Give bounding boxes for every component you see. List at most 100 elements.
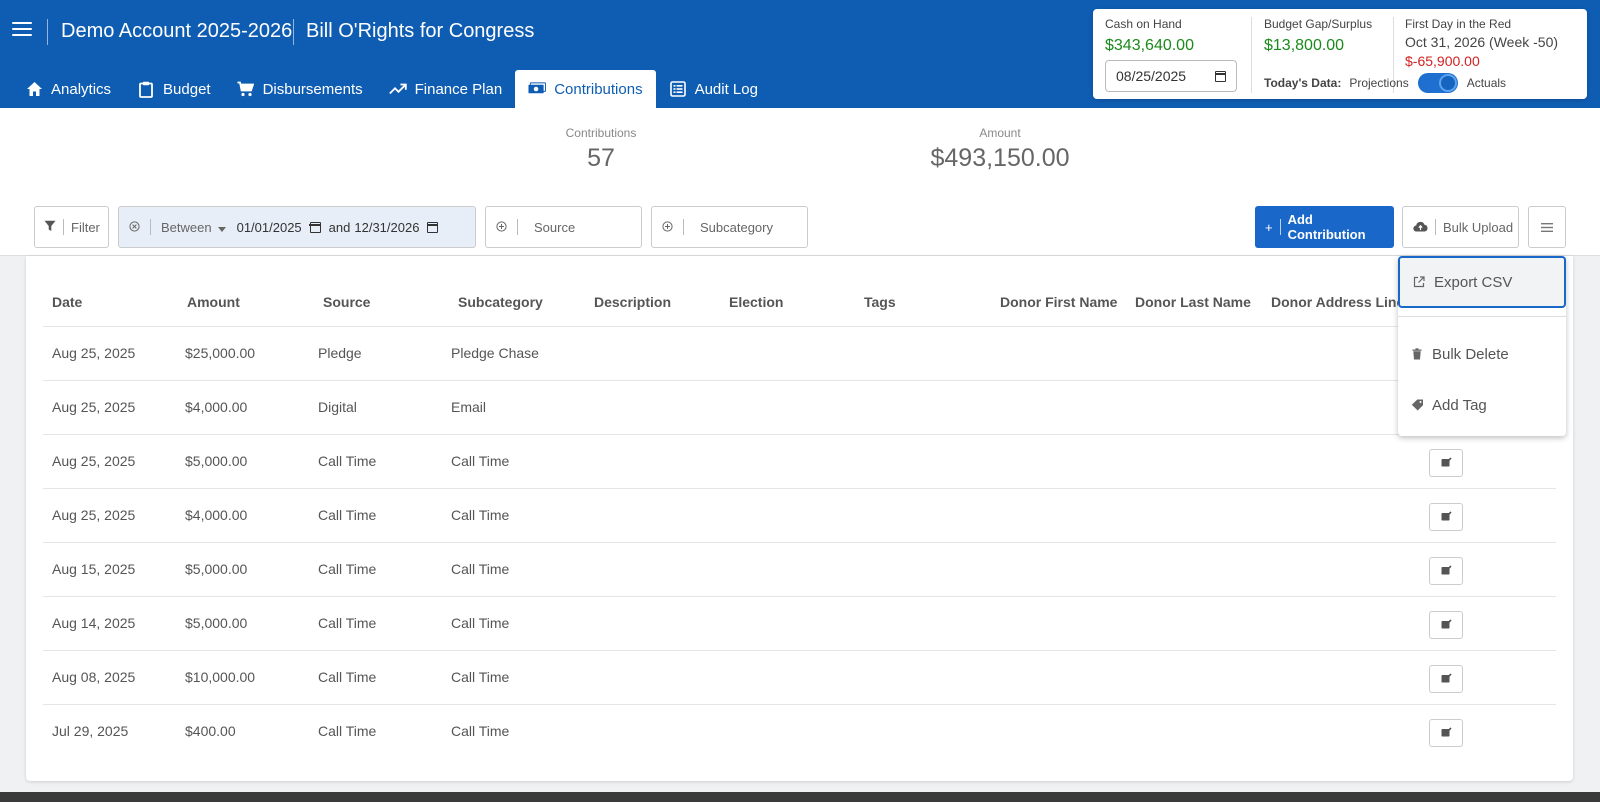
today-date-input[interactable]: 08/25/2025 [1105,60,1237,92]
calendar-icon[interactable] [1214,70,1226,82]
tab-label: Audit Log [694,80,758,98]
plus-icon: + [1265,219,1273,235]
trending-up-icon [388,80,407,98]
tab-label: Finance Plan [414,80,503,98]
contributions-table: Date Amount Source Subcategory Descripti… [26,256,1573,781]
and-label: and [328,219,351,235]
edit-row-button[interactable] [1429,557,1463,585]
bulk-delete-label: Bulk Delete [1432,345,1509,363]
cell-amount: $10,000.00 [185,669,256,685]
cell-source: Pledge [318,345,362,361]
tab-audit-log[interactable]: Audit Log [656,70,771,108]
add-filter-icon [496,220,507,235]
account-title[interactable]: Demo Account 2025-2026 [61,20,292,43]
tab-finance-plan[interactable]: Finance Plan [376,70,516,108]
cell-amount: $400.00 [185,723,236,739]
cell-subcategory: Call Time [451,507,510,523]
amount-stat: Amount $493,150.00 [900,126,1100,173]
bulk-upload-button[interactable]: Bulk Upload [1402,206,1519,248]
contributions-stat: Contributions 57 [555,126,647,173]
edit-icon [1441,562,1452,580]
end-date-value: 12/31/2026 [354,219,420,235]
cell-date: Jul 29, 2025 [52,723,129,739]
column-header-donor-first-name[interactable]: Donor First Name [1000,294,1117,310]
tab-disbursements[interactable]: Disbursements [224,70,376,108]
menu-lines-icon [1541,220,1553,235]
column-header-donor-last-name[interactable]: Donor Last Name [1135,294,1251,310]
column-header-amount[interactable]: Amount [187,294,240,310]
external-link-icon [1412,275,1426,289]
filter-button[interactable]: Filter [34,206,109,248]
more-actions-button[interactable] [1528,206,1566,248]
calendar-icon[interactable] [426,221,439,233]
cell-source: Call Time [318,669,377,685]
date-range-filter[interactable]: Between 01/01/2025 and 12/31/2026 [118,206,476,248]
column-header-tags[interactable]: Tags [864,294,896,310]
header-divider [47,19,48,45]
column-header-date[interactable]: Date [52,294,82,310]
table-row: Aug 25, 2025 $4,000.00 Digital Email [43,380,1556,435]
range-operator-select[interactable]: Between [161,220,212,235]
stats-panel: Contributions 57 Amount $493,150.00 Filt… [0,108,1600,256]
add-tag-label: Add Tag [1432,396,1487,414]
edit-row-button[interactable] [1429,503,1463,531]
summary-divider [1251,17,1252,93]
tag-icon [1410,398,1424,412]
column-header-subcategory[interactable]: Subcategory [458,294,543,310]
end-date-input[interactable]: and 12/31/2026 [329,220,439,235]
edit-row-button[interactable] [1429,665,1463,693]
source-filter[interactable]: Source [485,206,642,248]
amount-total: $493,150.00 [930,144,1070,172]
calendar-icon[interactable] [309,221,321,233]
menu-icon[interactable] [12,22,32,38]
tab-contributions[interactable]: Contributions [515,70,656,108]
cash-on-hand: Cash on Hand $343,640.00 [1105,17,1194,55]
cell-amount: $4,000.00 [185,399,248,415]
start-date-input[interactable]: 01/01/2025 [237,220,321,235]
cell-date: Aug 25, 2025 [52,345,136,361]
campaign-title[interactable]: Bill O'Rights for Congress [306,20,534,43]
table-row: Aug 08, 2025 $10,000.00 Call Time Call Time [43,650,1556,705]
edit-row-button[interactable] [1429,719,1463,747]
subcategory-filter[interactable]: Subcategory [651,206,808,248]
cell-subcategory: Email [451,399,487,415]
export-csv-label: Export CSV [1434,273,1513,291]
trash-icon [1410,347,1424,361]
red-label: First Day in the Red [1405,17,1512,31]
edit-icon [1441,724,1452,742]
tab-budget[interactable]: Budget [124,70,224,108]
red-date: Oct 31, 2026 (Week -50) [1405,34,1559,50]
table-row: Aug 25, 2025 $4,000.00 Call Time Call Time [43,488,1556,543]
column-header-donor-address[interactable]: Donor Address Line [1271,294,1404,310]
filter-icon [44,220,56,235]
edit-row-button[interactable] [1429,449,1463,477]
bulk-delete-menu-item[interactable]: Bulk Delete [1398,342,1566,366]
edit-icon [1441,616,1452,634]
table-row: Aug 15, 2025 $5,000.00 Call Time Call Time [43,542,1556,597]
main-content: Contributions 57 Amount $493,150.00 Filt… [0,108,1600,792]
table-row: Aug 14, 2025 $5,000.00 Call Time Call Time [43,596,1556,651]
projections-actuals-toggle[interactable] [1417,73,1458,93]
add-tag-menu-item[interactable]: Add Tag [1398,393,1566,417]
cell-date: Aug 25, 2025 [52,399,136,415]
tab-label: Contributions [554,80,643,98]
tab-analytics[interactable]: Analytics [12,70,124,108]
cell-amount: $5,000.00 [185,453,248,469]
cell-source: Call Time [318,723,377,739]
add-contribution-button[interactable]: + Add Contribution [1255,206,1394,248]
budget-gap: Budget Gap/Surplus $13,800.00 [1264,17,1372,55]
cell-date: Aug 15, 2025 [52,561,136,577]
first-day-red: First Day in the Red Oct 31, 2026 (Week … [1405,17,1558,69]
filter-label: Filter [71,219,100,235]
cell-amount: $25,000.00 [185,345,256,361]
edit-row-button[interactable] [1429,611,1463,639]
actions-dropdown-menu: Export CSV Bulk Delete Add Tag [1398,256,1566,436]
column-header-description[interactable]: Description [594,294,671,310]
column-header-source[interactable]: Source [323,294,370,310]
export-csv-menu-item[interactable]: Export CSV [1398,256,1566,308]
cart-icon [237,80,255,98]
tab-label: Analytics [51,80,112,98]
remove-filter-icon[interactable] [129,220,140,235]
cell-amount: $5,000.00 [185,561,248,577]
column-header-election[interactable]: Election [729,294,783,310]
